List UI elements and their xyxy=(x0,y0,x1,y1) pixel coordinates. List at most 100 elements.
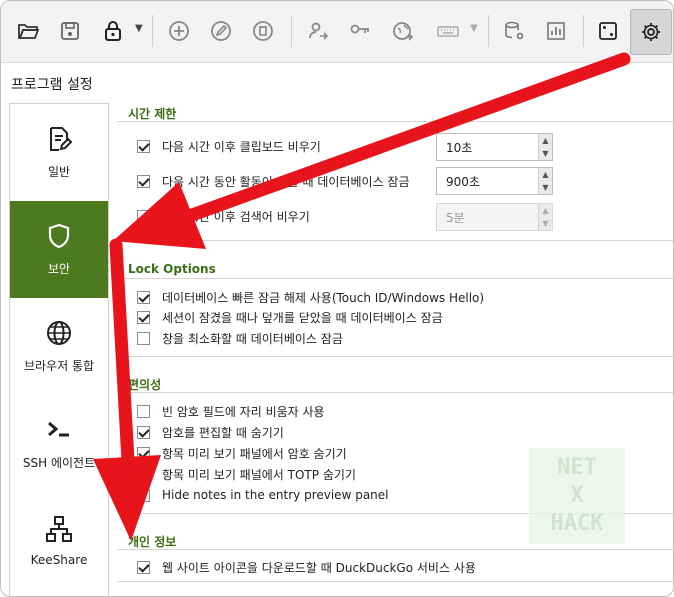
terminal-prompt-icon xyxy=(48,421,69,437)
clear-clipboard-value[interactable]: 10초 xyxy=(437,139,538,156)
dice-icon xyxy=(599,22,617,40)
toolbar-separator xyxy=(488,15,489,47)
save-icon xyxy=(61,22,79,40)
spin-down-icon[interactable]: ▼ xyxy=(539,181,552,194)
globe-icon xyxy=(47,321,71,345)
auto-type-button[interactable] xyxy=(429,12,467,50)
sidebar-item-label: 브라우저 통합 xyxy=(23,359,95,373)
settings-button[interactable] xyxy=(630,9,672,55)
keyboard-icon xyxy=(437,26,459,37)
lock-icon xyxy=(105,21,121,41)
clear-search-checkbox-row[interactable]: 다음 시간 이후 검색어 비우기 xyxy=(137,206,310,226)
spin-down-icon[interactable]: ▼ xyxy=(539,217,552,230)
database-gear-icon xyxy=(505,21,524,40)
delete-entry-button[interactable] xyxy=(244,12,282,50)
clear-clipboard-checkbox[interactable] xyxy=(137,139,150,153)
section-divider xyxy=(117,240,673,241)
shield-icon xyxy=(48,223,70,249)
toolbar-separator xyxy=(291,15,292,47)
sidebar-item-security[interactable]: 보안 xyxy=(10,201,108,298)
lock-idle-spinbox[interactable]: 900초 ▲ ▼ xyxy=(436,167,553,195)
open-url-button[interactable] xyxy=(384,12,422,50)
document-edit-icon xyxy=(50,127,73,151)
watermark-text: X xyxy=(570,483,584,508)
placeholder-checkbox-row[interactable]: 빈 암호 필드에 자리 비움자 사용 xyxy=(137,401,325,421)
report-chart-icon xyxy=(547,22,565,40)
hide-password-edit-checkbox-row[interactable]: 암호를 편집할 때 숨기기 xyxy=(137,422,284,442)
section-title-timeout: 시간 제한 xyxy=(128,107,177,121)
copy-password-button[interactable] xyxy=(341,12,379,50)
placeholder-label: 빈 암호 필드에 자리 비움자 사용 xyxy=(162,404,325,419)
network-share-icon xyxy=(46,515,72,542)
watermark-text: HACK xyxy=(550,511,604,536)
lock-database-button[interactable] xyxy=(94,12,132,50)
spin-down-icon[interactable]: ▼ xyxy=(539,147,552,160)
edit-entry-button[interactable] xyxy=(202,12,240,50)
delete-circle-icon xyxy=(253,21,273,41)
clear-search-label: 다음 시간 이후 검색어 비우기 xyxy=(162,209,310,224)
hide-notes-checkbox[interactable] xyxy=(137,488,150,502)
clear-clipboard-spinbox[interactable]: 10초 ▲ ▼ xyxy=(436,133,553,161)
copy-username-button[interactable] xyxy=(299,12,337,50)
sidebar-item-keeshare[interactable]: KeeShare xyxy=(10,492,108,589)
watermark-logo: NET X HACK xyxy=(529,448,625,544)
chevron-down-icon[interactable]: ▼ xyxy=(470,23,478,34)
section-title-lock-options: Lock Options xyxy=(128,262,216,276)
password-generator-button[interactable] xyxy=(589,12,627,50)
lock-on-minimize-checkbox-row[interactable]: 창을 최소화할 때 데이터베이스 잠금 xyxy=(137,328,343,348)
lock-on-minimize-label: 창을 최소화할 때 데이터베이스 잠금 xyxy=(162,331,343,346)
quick-unlock-checkbox[interactable] xyxy=(137,290,150,304)
duckduckgo-checkbox-row[interactable]: 웹 사이트 아이콘을 다운로드할 때 DuckDuckGo 서비스 사용 xyxy=(137,557,476,577)
clear-search-checkbox[interactable] xyxy=(137,209,150,223)
lock-idle-checkbox-row[interactable]: 다음 시간 동안 활동이 없을 때 데이터베이스 잠금 xyxy=(137,171,410,191)
sidebar-item-ssh-agent[interactable]: SSH 에이전트 xyxy=(10,395,108,492)
spin-up-icon[interactable]: ▲ xyxy=(539,168,552,181)
hide-password-edit-label: 암호를 편집할 때 숨기기 xyxy=(162,425,284,440)
hide-preview-totp-checkbox-row[interactable]: 항목 미리 보기 패널에서 TOTP 숨기기 xyxy=(137,464,356,484)
lock-idle-value[interactable]: 900초 xyxy=(437,173,538,190)
gear-icon xyxy=(642,23,660,41)
settings-window: ▼ ▼ 프로그램 설정 일반 보안 브라우저 통합 SSH 에이전트 KeeSh… xyxy=(0,0,674,597)
hide-notes-checkbox-row[interactable]: Hide notes in the entry preview panel xyxy=(137,485,389,505)
sidebar-item-browser-integration[interactable]: 브라우저 통합 xyxy=(10,298,108,395)
section-divider xyxy=(117,581,673,582)
toolbar-separator xyxy=(152,15,153,47)
lock-on-session-checkbox-row[interactable]: 세션이 잠겼을 때나 덮개를 닫았을 때 데이터베이스 잠금 xyxy=(137,307,443,327)
database-settings-button[interactable] xyxy=(495,12,533,50)
section-divider xyxy=(117,549,673,550)
section-divider xyxy=(117,392,673,393)
lock-idle-label: 다음 시간 동안 활동이 없을 때 데이터베이스 잠금 xyxy=(162,174,410,189)
lock-idle-checkbox[interactable] xyxy=(137,174,150,188)
placeholder-checkbox[interactable] xyxy=(137,404,150,418)
open-database-button[interactable] xyxy=(9,12,47,50)
hide-preview-totp-checkbox[interactable] xyxy=(137,467,150,481)
spin-up-icon[interactable]: ▲ xyxy=(539,134,552,147)
hide-preview-password-checkbox[interactable] xyxy=(137,446,150,460)
clear-clipboard-checkbox-row[interactable]: 다음 시간 이후 클립보드 비우기 xyxy=(137,136,321,156)
hide-preview-totp-label: 항목 미리 보기 패널에서 TOTP 숨기기 xyxy=(162,467,356,482)
lock-on-session-label: 세션이 잠겼을 때나 덮개를 닫았을 때 데이터베이스 잠금 xyxy=(162,310,443,325)
settings-sidebar: 일반 보안 브라우저 통합 SSH 에이전트 KeeShare xyxy=(9,103,109,596)
duckduckgo-checkbox[interactable] xyxy=(137,560,150,574)
database-reports-button[interactable] xyxy=(537,12,575,50)
spin-up-icon[interactable]: ▲ xyxy=(539,204,552,217)
sidebar-item-general[interactable]: 일반 xyxy=(10,104,108,201)
quick-unlock-checkbox-row[interactable]: 데이터베이스 빠른 잠금 해제 사용(Touch ID/Windows Hell… xyxy=(137,287,484,307)
clear-search-value[interactable]: 5분 xyxy=(437,209,538,226)
chevron-down-icon[interactable]: ▼ xyxy=(135,23,143,34)
user-arrow-icon xyxy=(309,22,329,40)
toolbar: ▼ ▼ xyxy=(1,1,673,63)
add-entry-button[interactable] xyxy=(160,12,198,50)
duckduckgo-label: 웹 사이트 아이콘을 다운로드할 때 DuckDuckGo 서비스 사용 xyxy=(162,560,476,575)
lock-on-minimize-checkbox[interactable] xyxy=(137,331,150,345)
save-database-button[interactable] xyxy=(51,12,89,50)
hide-preview-password-checkbox-row[interactable]: 항목 미리 보기 패널에서 암호 숨기기 xyxy=(137,443,347,463)
add-circle-icon xyxy=(169,21,189,41)
section-title-privacy: 개인 정보 xyxy=(128,535,177,549)
key-icon xyxy=(350,24,369,34)
hide-password-edit-checkbox[interactable] xyxy=(137,425,150,439)
sidebar-item-label: SSH 에이전트 xyxy=(22,456,96,470)
clear-search-spinbox[interactable]: 5분 ▲ ▼ xyxy=(436,203,553,231)
sidebar-item-label: 일반 xyxy=(47,165,71,179)
lock-on-session-checkbox[interactable] xyxy=(137,310,150,324)
